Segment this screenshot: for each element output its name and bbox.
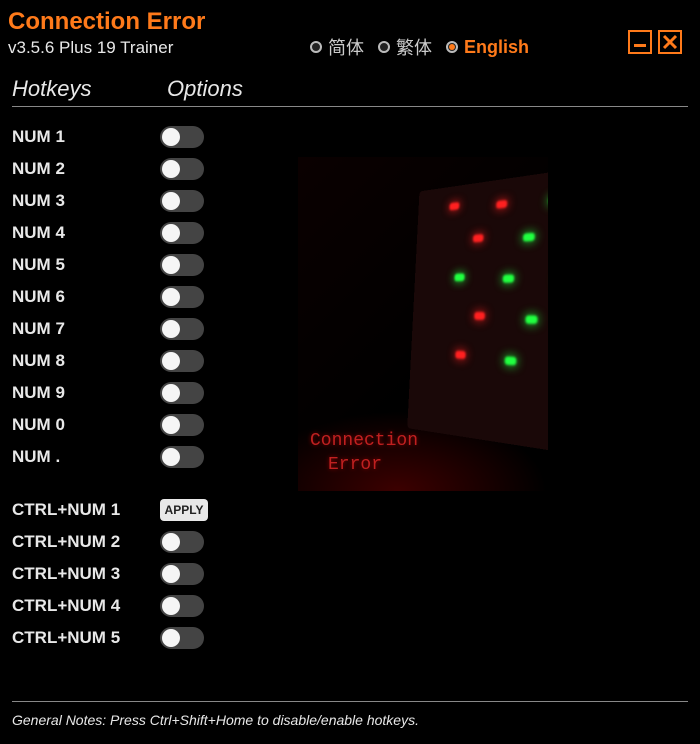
- promo-image: Connection Error: [298, 157, 548, 491]
- hotkey-label: NUM 4: [12, 223, 160, 243]
- radio-icon: [378, 41, 390, 53]
- hotkey-label: CTRL+NUM 4: [12, 596, 160, 616]
- column-headers: Hotkeys Options: [0, 76, 700, 102]
- content-area: NUM 1 NUM 2 NUM 3 NUM 4 NUM 5 NUM 6 NUM 7 NUM 8…: [0, 107, 700, 649]
- led-icon: [449, 202, 459, 211]
- led-icon: [454, 273, 464, 281]
- header-options: Options: [167, 76, 243, 102]
- hotkey-row: CTRL+NUM 2: [12, 530, 688, 553]
- server-graphic: [407, 168, 548, 454]
- toggle-switch[interactable]: [160, 595, 204, 617]
- hotkey-label: CTRL+NUM 2: [12, 532, 160, 552]
- title-block: Connection Error v3.5.6 Plus 19 Trainer: [8, 8, 205, 58]
- header-hotkeys: Hotkeys: [12, 76, 167, 102]
- footer-text: General Notes: Press Ctrl+Shift+Home to …: [12, 712, 419, 728]
- toggle-switch[interactable]: [160, 414, 204, 436]
- led-icon: [474, 312, 485, 320]
- toggle-switch[interactable]: [160, 126, 204, 148]
- toggle-switch[interactable]: [160, 158, 204, 180]
- hotkey-label: NUM 3: [12, 191, 160, 211]
- lang-label: 繁体: [396, 34, 432, 60]
- lang-label: 简体: [328, 34, 364, 60]
- hotkey-label: NUM 8: [12, 351, 160, 371]
- hotkey-label: NUM 0: [12, 415, 160, 435]
- hotkey-label: CTRL+NUM 1: [12, 500, 160, 520]
- promo-line2: Error: [310, 454, 418, 477]
- led-icon: [496, 200, 507, 209]
- lang-option-traditional[interactable]: 繁体: [378, 34, 432, 60]
- promo-text: Connection Error: [310, 430, 418, 477]
- led-icon: [523, 233, 535, 242]
- hotkey-row: NUM 1: [12, 125, 688, 148]
- hotkey-row: CTRL+NUM 3: [12, 562, 688, 585]
- toggle-switch[interactable]: [160, 531, 204, 553]
- titlebar: Connection Error v3.5.6 Plus 19 Trainer …: [0, 0, 700, 58]
- radio-icon: [446, 41, 458, 53]
- hotkey-label: NUM 2: [12, 159, 160, 179]
- apply-button[interactable]: APPLY: [160, 499, 208, 521]
- close-button[interactable]: [658, 30, 682, 54]
- led-icon: [503, 274, 515, 282]
- language-selector: 简体 繁体 English: [310, 34, 529, 60]
- toggle-switch[interactable]: [160, 286, 204, 308]
- hotkey-label: NUM 5: [12, 255, 160, 275]
- hotkey-label: NUM 9: [12, 383, 160, 403]
- hotkey-row: CTRL+NUM 5: [12, 626, 688, 649]
- window-controls: [628, 30, 682, 54]
- lang-option-simplified[interactable]: 简体: [310, 34, 364, 60]
- hotkey-label: NUM .: [12, 447, 160, 467]
- toggle-switch[interactable]: [160, 222, 204, 244]
- promo-line1: Connection: [310, 430, 418, 453]
- lang-option-english[interactable]: English: [446, 37, 529, 58]
- app-title: Connection Error: [8, 8, 205, 36]
- toggle-switch[interactable]: [160, 190, 204, 212]
- app-subtitle: v3.5.6 Plus 19 Trainer: [8, 38, 205, 58]
- hotkey-label: NUM 7: [12, 319, 160, 339]
- toggle-switch[interactable]: [160, 254, 204, 276]
- led-icon: [455, 351, 466, 359]
- hotkey-label: NUM 6: [12, 287, 160, 307]
- hotkey-label: CTRL+NUM 5: [12, 628, 160, 648]
- hotkey-row: CTRL+NUM 4: [12, 594, 688, 617]
- toggle-switch[interactable]: [160, 446, 204, 468]
- toggle-switch[interactable]: [160, 318, 204, 340]
- toggle-switch[interactable]: [160, 382, 204, 404]
- toggle-switch[interactable]: [160, 350, 204, 372]
- hotkey-label: CTRL+NUM 3: [12, 564, 160, 584]
- led-icon: [525, 315, 537, 324]
- led-icon: [505, 356, 517, 365]
- toggle-switch[interactable]: [160, 563, 204, 585]
- hotkey-label: NUM 1: [12, 127, 160, 147]
- led-icon: [473, 234, 484, 242]
- close-icon: [662, 34, 678, 50]
- footer-divider: [12, 701, 688, 702]
- lang-label: English: [464, 37, 529, 58]
- radio-icon: [310, 41, 322, 53]
- toggle-switch[interactable]: [160, 627, 204, 649]
- minimize-button[interactable]: [628, 30, 652, 54]
- hotkey-row: CTRL+NUM 1APPLY: [12, 498, 688, 521]
